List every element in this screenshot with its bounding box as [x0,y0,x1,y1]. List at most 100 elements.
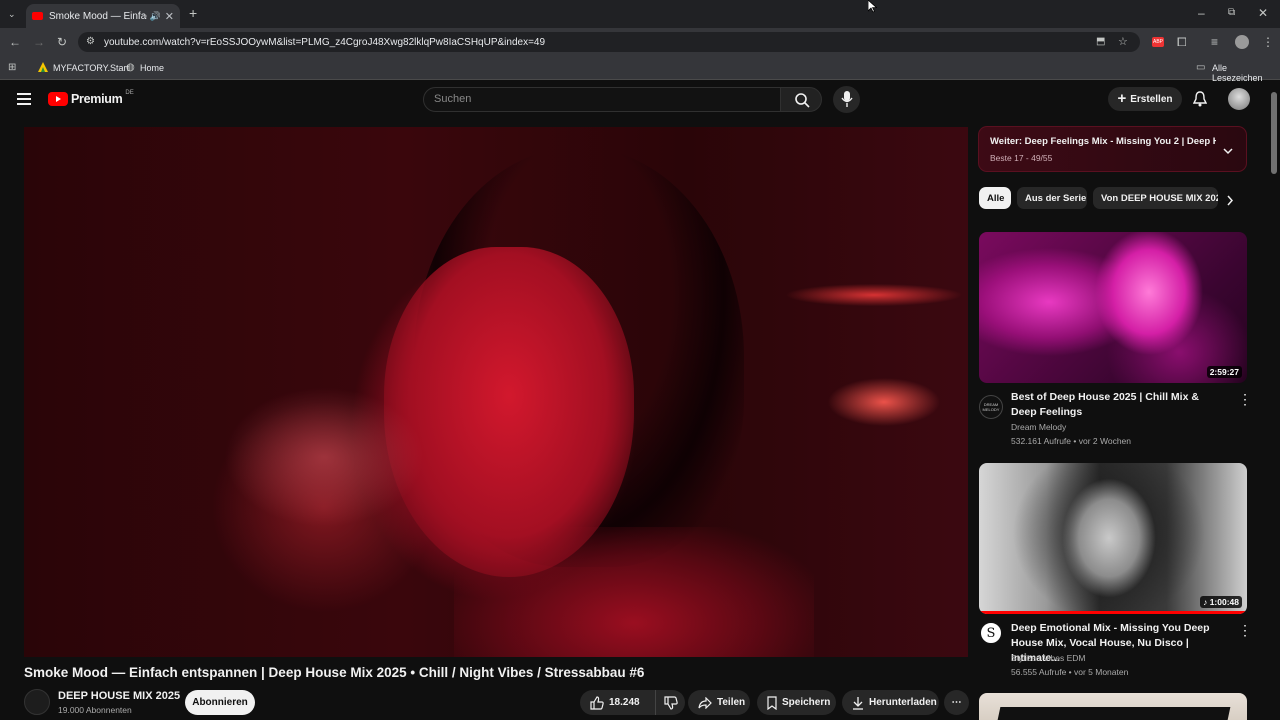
video-player[interactable] [24,127,968,657]
create-button[interactable]: + Erstellen [1108,87,1182,111]
tab-search-icon[interactable]: ⌄ [8,8,16,20]
more-horizontal-icon: ⋯ [951,697,962,708]
video-channel-1[interactable]: Dream Melody [1011,422,1066,432]
video-meta-1: 532.161 Aufrufe • vor 2 Wochen [1011,436,1132,446]
chip-series[interactable]: Aus der Serie [1017,187,1087,209]
browser-menu-icon[interactable]: ⋮ [1262,36,1274,48]
download-label: Herunterladen [869,697,937,708]
video-title-1[interactable]: Best of Deep House 2025 | Chill Mix & De… [1011,390,1223,420]
maximize-icon[interactable]: ⧉ [1228,7,1235,19]
browser-tab-bar: ⌄ Smoke Mood — Einfach en 🔊 ✕ + – ⧉ ✕ [0,0,1280,28]
plus-icon: + [1117,90,1127,107]
thumbs-up-icon [590,695,604,710]
logo-badge: DE [125,90,134,96]
video-channel-2[interactable]: Stylized Vibes EDM [1011,653,1085,663]
subscribe-button[interactable]: Abonnieren [185,690,255,715]
like-count: 18.248 [609,697,640,708]
bookmarks-bar: ⊞ MYFACTORY.Start ◍ Home ▭ Alle Lesezeic… [0,56,1280,83]
share-button[interactable]: Teilen [688,690,750,715]
reload-icon[interactable]: ↻ [57,36,67,48]
save-label: Speichern [782,697,831,708]
globe-icon: ◍ [126,62,135,73]
speaker-icon[interactable]: 🔊 [150,11,161,22]
download-icon [853,696,863,710]
bookmark-star-icon[interactable]: ☆ [1118,36,1128,48]
share-label: Teilen [717,697,746,708]
chip-channel[interactable]: Von DEEP HOUSE MIX 2025 [1093,187,1218,209]
bookmark-myfactory[interactable]: MYFACTORY.Start [53,63,129,73]
video-frame-smoke [224,387,424,527]
chip-all[interactable]: Alle [979,187,1011,209]
thumbs-down-icon [664,695,678,710]
save-button[interactable]: Speichern [757,690,836,715]
like-button[interactable]: 18.248 [580,690,655,715]
youtube-play-logo-icon [48,92,68,106]
user-avatar[interactable] [1228,88,1250,110]
video-duration-2: ♪ 1:00:48 [1200,596,1242,608]
playlist-next-title: Weiter: Deep Feelings Mix - Missing You … [990,136,1216,147]
thumbnail-3-text-art [997,707,1231,720]
video-thumbnail-3[interactable] [979,693,1247,720]
hamburger-menu-icon[interactable] [17,92,31,105]
forward-icon[interactable]: → [33,36,45,48]
install-app-icon[interactable]: ⬒ [1096,36,1105,48]
minimize-icon[interactable]: – [1198,7,1205,19]
video-duration-1: 2:59:27 [1206,366,1242,378]
music-note-icon: ♪ [1203,597,1210,607]
logo-text: Premium [71,92,123,106]
playlist-position: Beste 17 - 49/55 [990,153,1053,163]
url-text: youtube.com/watch?v=rEoSSJOOywM&list=PLM… [104,36,546,48]
video-frame-face [384,247,634,577]
myfactory-icon [38,62,48,72]
address-bar[interactable]: ⚙ youtube.com/watch?v=rEoSSJOOywM&list=P… [78,32,1140,52]
mouse-cursor-icon [867,0,878,18]
extensions-icon[interactable]: ⧠ [1177,36,1187,48]
tab-close-icon[interactable]: ✕ [165,10,174,23]
video-thumbnail-2[interactable]: ♪ 1:00:48 [979,463,1247,614]
channel-avatar-2[interactable]: S [979,621,1003,645]
profile-avatar[interactable] [1235,35,1249,49]
search-button[interactable] [780,87,822,112]
bookmark-icon [767,695,777,710]
video-menu-2-icon[interactable]: ⋮ [1238,623,1252,637]
page-scrollbar[interactable] [1268,81,1280,720]
video-duration-2-text: 1:00:48 [1209,597,1239,607]
share-icon [698,696,712,709]
youtube-logo[interactable]: Premium DE [48,90,134,106]
all-bookmarks[interactable]: Alle Lesezeichen [1212,63,1280,83]
video-meta-2: 56.555 Aufrufe • vor 5 Monaten [1011,667,1129,677]
video-thumbnail-1[interactable]: 2:59:27 [979,232,1247,383]
search-input[interactable]: Suchen [423,87,781,112]
more-actions-button[interactable]: ⋯ [944,690,969,715]
youtube-favicon-icon [32,12,43,20]
download-button[interactable]: Herunterladen [842,690,939,715]
voice-search-button[interactable] [833,86,860,113]
channel-name[interactable]: DEEP HOUSE MIX 2025 [58,690,180,702]
video-title: Smoke Mood — Einfach entspannen | Deep H… [24,665,645,680]
microphone-icon [841,91,853,107]
video-menu-1-icon[interactable]: ⋮ [1238,392,1252,406]
tab-title: Smoke Mood — Einfach en [49,10,147,22]
bookmark-home[interactable]: Home [140,63,164,73]
scrollbar-thumb[interactable] [1271,92,1277,174]
subscriber-count: 19.000 Abonnenten [58,705,132,715]
channel-avatar[interactable] [24,689,50,715]
dislike-button[interactable] [655,690,685,715]
folder-icon: ▭ [1196,62,1206,73]
window-close-icon[interactable]: ✕ [1258,7,1268,19]
playlist-panel[interactable]: Weiter: Deep Feelings Mix - Missing You … [978,126,1247,172]
create-label: Erstellen [1130,93,1173,105]
adblock-extension-icon[interactable]: ABP [1152,37,1164,47]
new-tab-icon[interactable]: + [189,6,197,20]
expand-chevron-icon[interactable] [1223,142,1233,160]
site-info-icon[interactable]: ⚙ [86,36,95,48]
search-icon [795,93,810,108]
chips-next-chevron-icon[interactable] [1226,193,1234,211]
notifications-bell-icon[interactable] [1192,91,1208,112]
browser-tab[interactable]: Smoke Mood — Einfach en 🔊 ✕ [26,4,180,28]
apps-grid-icon[interactable]: ⊞ [8,62,16,74]
watch-progress-bar [979,611,1247,614]
channel-avatar-1[interactable]: DREAM MELODY [979,395,1003,419]
back-icon[interactable]: ← [9,36,21,48]
media-control-icon[interactable]: ≡ [1211,36,1218,48]
